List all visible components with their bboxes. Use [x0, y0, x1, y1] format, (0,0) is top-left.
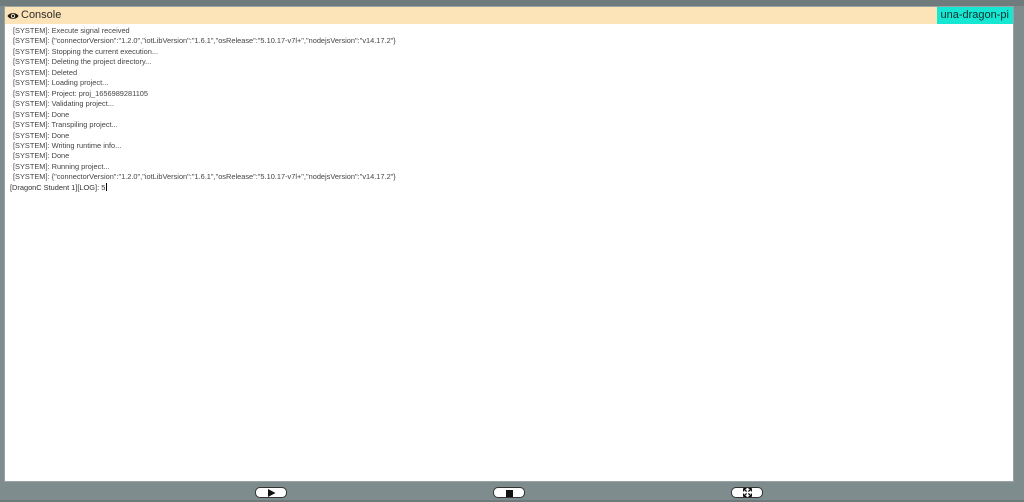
play-icon	[267, 484, 276, 502]
console-title: Console	[21, 9, 62, 21]
stop-icon	[505, 484, 513, 502]
log-line: [SYSTEM]: Done	[13, 130, 70, 140]
console-log-area[interactable]: [SYSTEM]: Execute signal received [SYSTEM…	[5, 24, 1013, 481]
log-line: [SYSTEM]: Loading project...	[13, 78, 109, 88]
log-line: [SYSTEM]: Validating project...	[13, 99, 114, 109]
log-line: [SYSTEM]: Writing runtime info...	[13, 140, 122, 150]
log-line: [SYSTEM]: Done	[13, 151, 70, 161]
log-line: [SYSTEM]: Running project...	[13, 161, 110, 171]
play-button[interactable]	[255, 487, 287, 498]
log-line: [SYSTEM]: Project: proj_1656989281105	[13, 88, 149, 98]
log-line: [SYSTEM]: Stopping the current execution…	[13, 46, 159, 56]
log-line: [SYSTEM]: Deleting the project directory…	[13, 57, 152, 67]
log-line: [SYSTEM]: Deleted	[13, 67, 78, 77]
eye-icon[interactable]	[7, 10, 19, 22]
fullscreen-button[interactable]	[731, 487, 763, 498]
log-line: [SYSTEM]: {"connectorVersion":"1.2.0","i…	[13, 172, 396, 182]
log-line: [SYSTEM]: Transpiling project...	[13, 120, 118, 130]
log-line: [SYSTEM]: Done	[13, 109, 70, 119]
user-log-line: [DragonC Student 1][LOG]: 5	[10, 182, 108, 192]
stop-button[interactable]	[493, 487, 525, 498]
text-cursor	[106, 182, 108, 191]
log-line: [SYSTEM]: Execute signal received	[13, 26, 130, 35]
log-line: [SYSTEM]: {"connectorVersion":"1.2.0","i…	[13, 36, 396, 46]
device-badge[interactable]: una-dragon-pi	[936, 7, 1013, 24]
console-header: Console una-dragon-pi	[5, 7, 1013, 24]
fullscreen-icon	[742, 484, 752, 502]
execution-controls	[0, 487, 1024, 500]
console-window: Console una-dragon-pi [SYSTEM]: Execute …	[4, 6, 1014, 482]
